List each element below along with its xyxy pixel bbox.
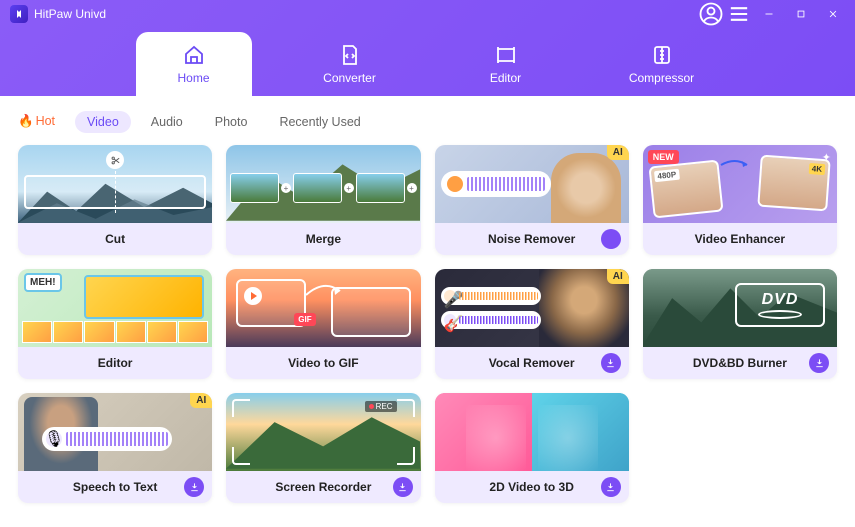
card-title: Video Enhancer	[695, 232, 785, 246]
sparkle-icon: ✦	[822, 151, 831, 164]
card-title: Editor	[98, 356, 133, 370]
fire-icon: 🔥	[18, 114, 34, 128]
card-title: Noise Remover	[488, 232, 575, 246]
filter-recently-used[interactable]: Recently Used	[267, 111, 372, 133]
hamburger-menu-icon[interactable]	[725, 2, 753, 26]
card-title: Video to GIF	[288, 356, 358, 370]
card-title: Speech to Text	[73, 480, 157, 494]
ai-badge: AI	[607, 269, 629, 284]
mic-icon: 🎙	[46, 431, 62, 447]
card-speech-to-text[interactable]: 🎙 AI Speech to Text	[18, 393, 212, 503]
filter-photo[interactable]: Photo	[203, 111, 260, 133]
card-title: Merge	[306, 232, 341, 246]
download-icon[interactable]	[809, 353, 829, 373]
tool-grid: Cut + + + Merge AI Noise Remover	[18, 145, 837, 503]
ai-badge: AI	[190, 393, 212, 408]
filter-video[interactable]: Video	[75, 111, 131, 133]
nav-label: Editor	[490, 71, 521, 85]
card-screen-recorder[interactable]: REC Screen Recorder	[226, 393, 420, 503]
nav-label: Home	[177, 71, 209, 85]
card-title: Vocal Remover	[489, 356, 575, 370]
thumb-enhancer: NEW 480P 4K ✦	[643, 145, 837, 223]
filter-hot[interactable]: 🔥Hot	[18, 110, 67, 133]
editor-icon	[494, 43, 518, 67]
close-button[interactable]	[817, 2, 849, 26]
filter-bar: 🔥Hot Video Audio Photo Recently Used	[18, 110, 837, 133]
download-icon[interactable]	[393, 477, 413, 497]
nav-home[interactable]: Home	[136, 32, 252, 96]
thumb-vocal: 🎤 🎸 AI	[435, 269, 629, 347]
thumb-dvd: DVD	[643, 269, 837, 347]
card-dvd-burner[interactable]: DVD DVD&BD Burner	[643, 269, 837, 379]
nav-label: Converter	[323, 71, 376, 85]
card-title: 2D Video to 3D	[489, 480, 573, 494]
compressor-icon	[650, 43, 674, 67]
download-icon[interactable]	[601, 353, 621, 373]
card-title: Screen Recorder	[275, 480, 371, 494]
thumb-noise: AI	[435, 145, 629, 223]
card-video-to-gif[interactable]: GIF Video to GIF	[226, 269, 420, 379]
app-logo-icon	[10, 5, 28, 23]
nav-compressor[interactable]: Compressor	[604, 32, 720, 96]
main-nav: Home Converter Editor Compressor	[0, 28, 855, 96]
nav-label: Compressor	[629, 71, 694, 85]
scissors-icon	[106, 151, 124, 169]
card-title: DVD&BD Burner	[693, 356, 787, 370]
thumb-cut	[18, 145, 212, 223]
download-icon[interactable]	[601, 477, 621, 497]
card-editor[interactable]: MEH! Editor	[18, 269, 212, 379]
filter-audio[interactable]: Audio	[139, 111, 195, 133]
download-icon[interactable]	[601, 229, 621, 249]
maximize-button[interactable]	[785, 2, 817, 26]
card-video-enhancer[interactable]: NEW 480P 4K ✦ Video Enhancer	[643, 145, 837, 255]
thumb-editor: MEH!	[18, 269, 212, 347]
nav-editor[interactable]: Editor	[448, 32, 564, 96]
card-cut[interactable]: Cut	[18, 145, 212, 255]
card-merge[interactable]: + + + Merge	[226, 145, 420, 255]
thumb-gif: GIF	[226, 269, 420, 347]
app-header: HitPaw Univd Home Converter Editor Compr…	[0, 0, 855, 96]
thumb-merge: + + +	[226, 145, 420, 223]
card-title: Cut	[105, 232, 125, 246]
new-badge: NEW	[648, 150, 679, 164]
rec-badge: REC	[365, 401, 397, 412]
card-noise-remover[interactable]: AI Noise Remover	[435, 145, 629, 255]
app-title: HitPaw Univd	[34, 7, 106, 21]
account-icon[interactable]	[697, 2, 725, 26]
converter-icon	[338, 43, 362, 67]
title-bar: HitPaw Univd	[0, 0, 855, 28]
thumb-recorder: REC	[226, 393, 420, 471]
thumb-2d-3d	[435, 393, 629, 471]
thumb-stt: 🎙 AI	[18, 393, 212, 471]
content-area: 🔥Hot Video Audio Photo Recently Used Cut…	[0, 96, 855, 527]
home-icon	[182, 43, 206, 67]
card-2d-to-3d[interactable]: 2D Video to 3D	[435, 393, 629, 503]
card-vocal-remover[interactable]: 🎤 🎸 AI Vocal Remover	[435, 269, 629, 379]
ai-badge: AI	[607, 145, 629, 160]
nav-converter[interactable]: Converter	[292, 32, 408, 96]
download-icon[interactable]	[184, 477, 204, 497]
minimize-button[interactable]	[753, 2, 785, 26]
